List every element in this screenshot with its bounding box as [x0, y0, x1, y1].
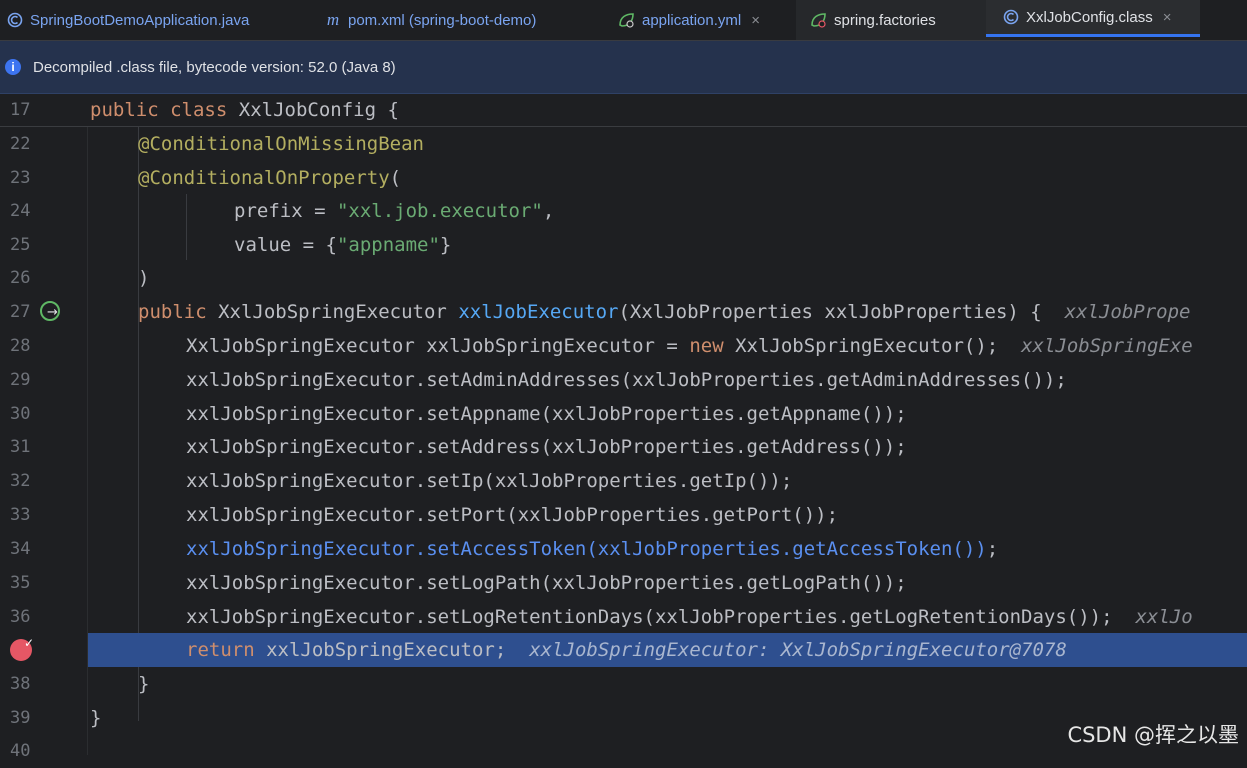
line-number: 40: [10, 741, 31, 761]
code-text: }: [138, 673, 150, 695]
code-editor[interactable]: 17 public class XxlJobConfig { 22 @Condi…: [0, 94, 1247, 761]
run-method-icon[interactable]: →: [40, 301, 60, 321]
line-number: 36: [10, 607, 31, 627]
close-icon[interactable]: ×: [751, 12, 760, 29]
code-line-38[interactable]: 38 }: [0, 667, 1247, 701]
line-number: 35: [10, 573, 31, 593]
code-text: value = {"appname"}: [234, 234, 452, 256]
code-line-27[interactable]: 27 → public XxlJobSpringExecutor xxlJobE…: [0, 295, 1247, 329]
line-number: 31: [10, 437, 31, 457]
inlay-hint: xxlJobSpringExe: [1021, 335, 1193, 357]
code-line-36[interactable]: 36 xxlJobSpringExecutor.setLogRetentionD…: [0, 600, 1247, 634]
line-number: 39: [10, 708, 31, 728]
code-text: xxlJobSpringExecutor.setAppname(xxlJobPr…: [186, 403, 907, 425]
spring-config-icon: [618, 11, 636, 29]
code-line-39[interactable]: 39 }: [0, 701, 1247, 735]
tab-springbootdemoapplication[interactable]: SpringBootDemoApplication.java: [0, 0, 302, 40]
code-line-26[interactable]: 26 ): [0, 261, 1247, 295]
line-number: 27: [10, 302, 31, 322]
code-text: @ConditionalOnProperty(: [138, 167, 402, 189]
line-number: 30: [10, 404, 31, 424]
code-text: return xxlJobSpringExecutor; xxlJobSprin…: [186, 639, 1067, 661]
highlighted-usage: xxlJobSpringExecutor.setAccessToken(xxlJ…: [186, 538, 987, 560]
code-line-28[interactable]: 28 XxlJobSpringExecutor xxlJobSpringExec…: [0, 329, 1247, 363]
code-text: xxlJobSpringExecutor.setLogRetentionDays…: [186, 606, 1193, 628]
code-text: XxlJobSpringExecutor xxlJobSpringExecuto…: [186, 335, 1193, 357]
breakpoint-icon[interactable]: ✓: [10, 636, 34, 661]
line-number: 23: [10, 168, 31, 188]
tab-spring-factories[interactable]: spring.factories: [796, 0, 1000, 40]
sticky-header[interactable]: 17 public class XxlJobConfig {: [0, 94, 1247, 127]
editor-tab-bar: SpringBootDemoApplication.java m pom.xml…: [0, 0, 1247, 41]
code-line-35[interactable]: 35 xxlJobSpringExecutor.setLogPath(xxlJo…: [0, 566, 1247, 600]
tab-pom-xml[interactable]: m pom.xml (spring-boot-demo): [324, 0, 537, 40]
line-number: 28: [10, 336, 31, 356]
code-line-40[interactable]: 40: [0, 734, 1247, 768]
line-number: 38: [10, 674, 31, 694]
maven-icon: m: [326, 10, 340, 29]
code-text: xxlJobSpringExecutor.setAdminAddresses(x…: [186, 369, 1067, 391]
inlay-hint: xxlJobPrope: [1064, 301, 1191, 323]
tab-label: pom.xml (spring-boot-demo): [348, 11, 537, 29]
close-icon[interactable]: ×: [1163, 9, 1172, 26]
debug-inline-value: xxlJobSpringExecutor: XxlJobSpringExecut…: [529, 639, 1067, 661]
code-line-33[interactable]: 33 xxlJobSpringExecutor.setPort(xxlJobPr…: [0, 498, 1247, 532]
inlay-hint: xxlJo: [1135, 606, 1193, 628]
code-line-30[interactable]: 30 xxlJobSpringExecutor.setAppname(xxlJo…: [0, 397, 1247, 431]
code-line-34[interactable]: 34 xxlJobSpringExecutor.setAccessToken(x…: [0, 532, 1247, 566]
code-text: ): [138, 267, 150, 289]
code-line-22[interactable]: 22 @ConditionalOnMissingBean: [0, 127, 1247, 161]
line-number: 26: [10, 268, 31, 288]
line-number: 34: [10, 539, 31, 559]
code-text: xxlJobSpringExecutor.setIp(xxlJobPropert…: [186, 470, 793, 492]
code-text: }: [90, 707, 102, 729]
info-icon: i: [5, 59, 21, 75]
code-line-31[interactable]: 31 xxlJobSpringExecutor.setAddress(xxlJo…: [0, 430, 1247, 464]
code-line-29[interactable]: 29 xxlJobSpringExecutor.setAdminAddresse…: [0, 363, 1247, 397]
annotation: @ConditionalOnMissingBean: [138, 133, 424, 155]
code-text: xxlJobSpringExecutor.setAccessToken(xxlJ…: [186, 538, 999, 560]
code-text: prefix = "xxl.job.executor",: [234, 200, 555, 222]
tab-label: XxlJobConfig.class: [1026, 8, 1153, 26]
line-number: 22: [10, 134, 31, 154]
code-line-37-current[interactable]: ✓ return xxlJobSpringExecutor; xxlJobSpr…: [0, 633, 1247, 667]
code-text: xxlJobSpringExecutor.setAddress(xxlJobPr…: [186, 436, 907, 458]
code-line-25[interactable]: 25 value = {"appname"}: [0, 228, 1247, 262]
code-line-32[interactable]: 32 xxlJobSpringExecutor.setIp(xxlJobProp…: [0, 464, 1247, 498]
code-line-24[interactable]: 24 prefix = "xxl.job.executor",: [0, 194, 1247, 228]
tab-label: spring.factories: [834, 11, 936, 29]
line-number: 32: [10, 471, 31, 491]
tab-label: application.yml: [642, 11, 742, 29]
java-class-icon: [6, 11, 24, 29]
tab-application-yml[interactable]: application.yml ×: [618, 0, 760, 40]
spring-config-icon: [810, 11, 828, 29]
tab-xxljobconfig-class[interactable]: XxlJobConfig.class ×: [986, 0, 1200, 37]
code-line: public class XxlJobConfig {: [90, 99, 399, 121]
code-text: public XxlJobSpringExecutor xxlJobExecut…: [138, 301, 1191, 323]
class-icon: [1002, 8, 1020, 26]
line-number: 33: [10, 505, 31, 525]
line-number: 24: [10, 201, 31, 221]
decompiled-banner: i Decompiled .class file, bytecode versi…: [0, 41, 1247, 94]
code-line-23[interactable]: 23 @ConditionalOnProperty(: [0, 161, 1247, 195]
watermark: CSDN @挥之以墨: [1067, 723, 1239, 747]
tab-label: SpringBootDemoApplication.java: [30, 11, 250, 29]
banner-text: Decompiled .class file, bytecode version…: [33, 58, 396, 76]
line-number: 17: [10, 100, 31, 120]
line-number: 29: [10, 370, 31, 390]
line-number: 25: [10, 235, 31, 255]
code-text: xxlJobSpringExecutor.setLogPath(xxlJobPr…: [186, 572, 907, 594]
code-text: xxlJobSpringExecutor.setPort(xxlJobPrope…: [186, 504, 839, 526]
